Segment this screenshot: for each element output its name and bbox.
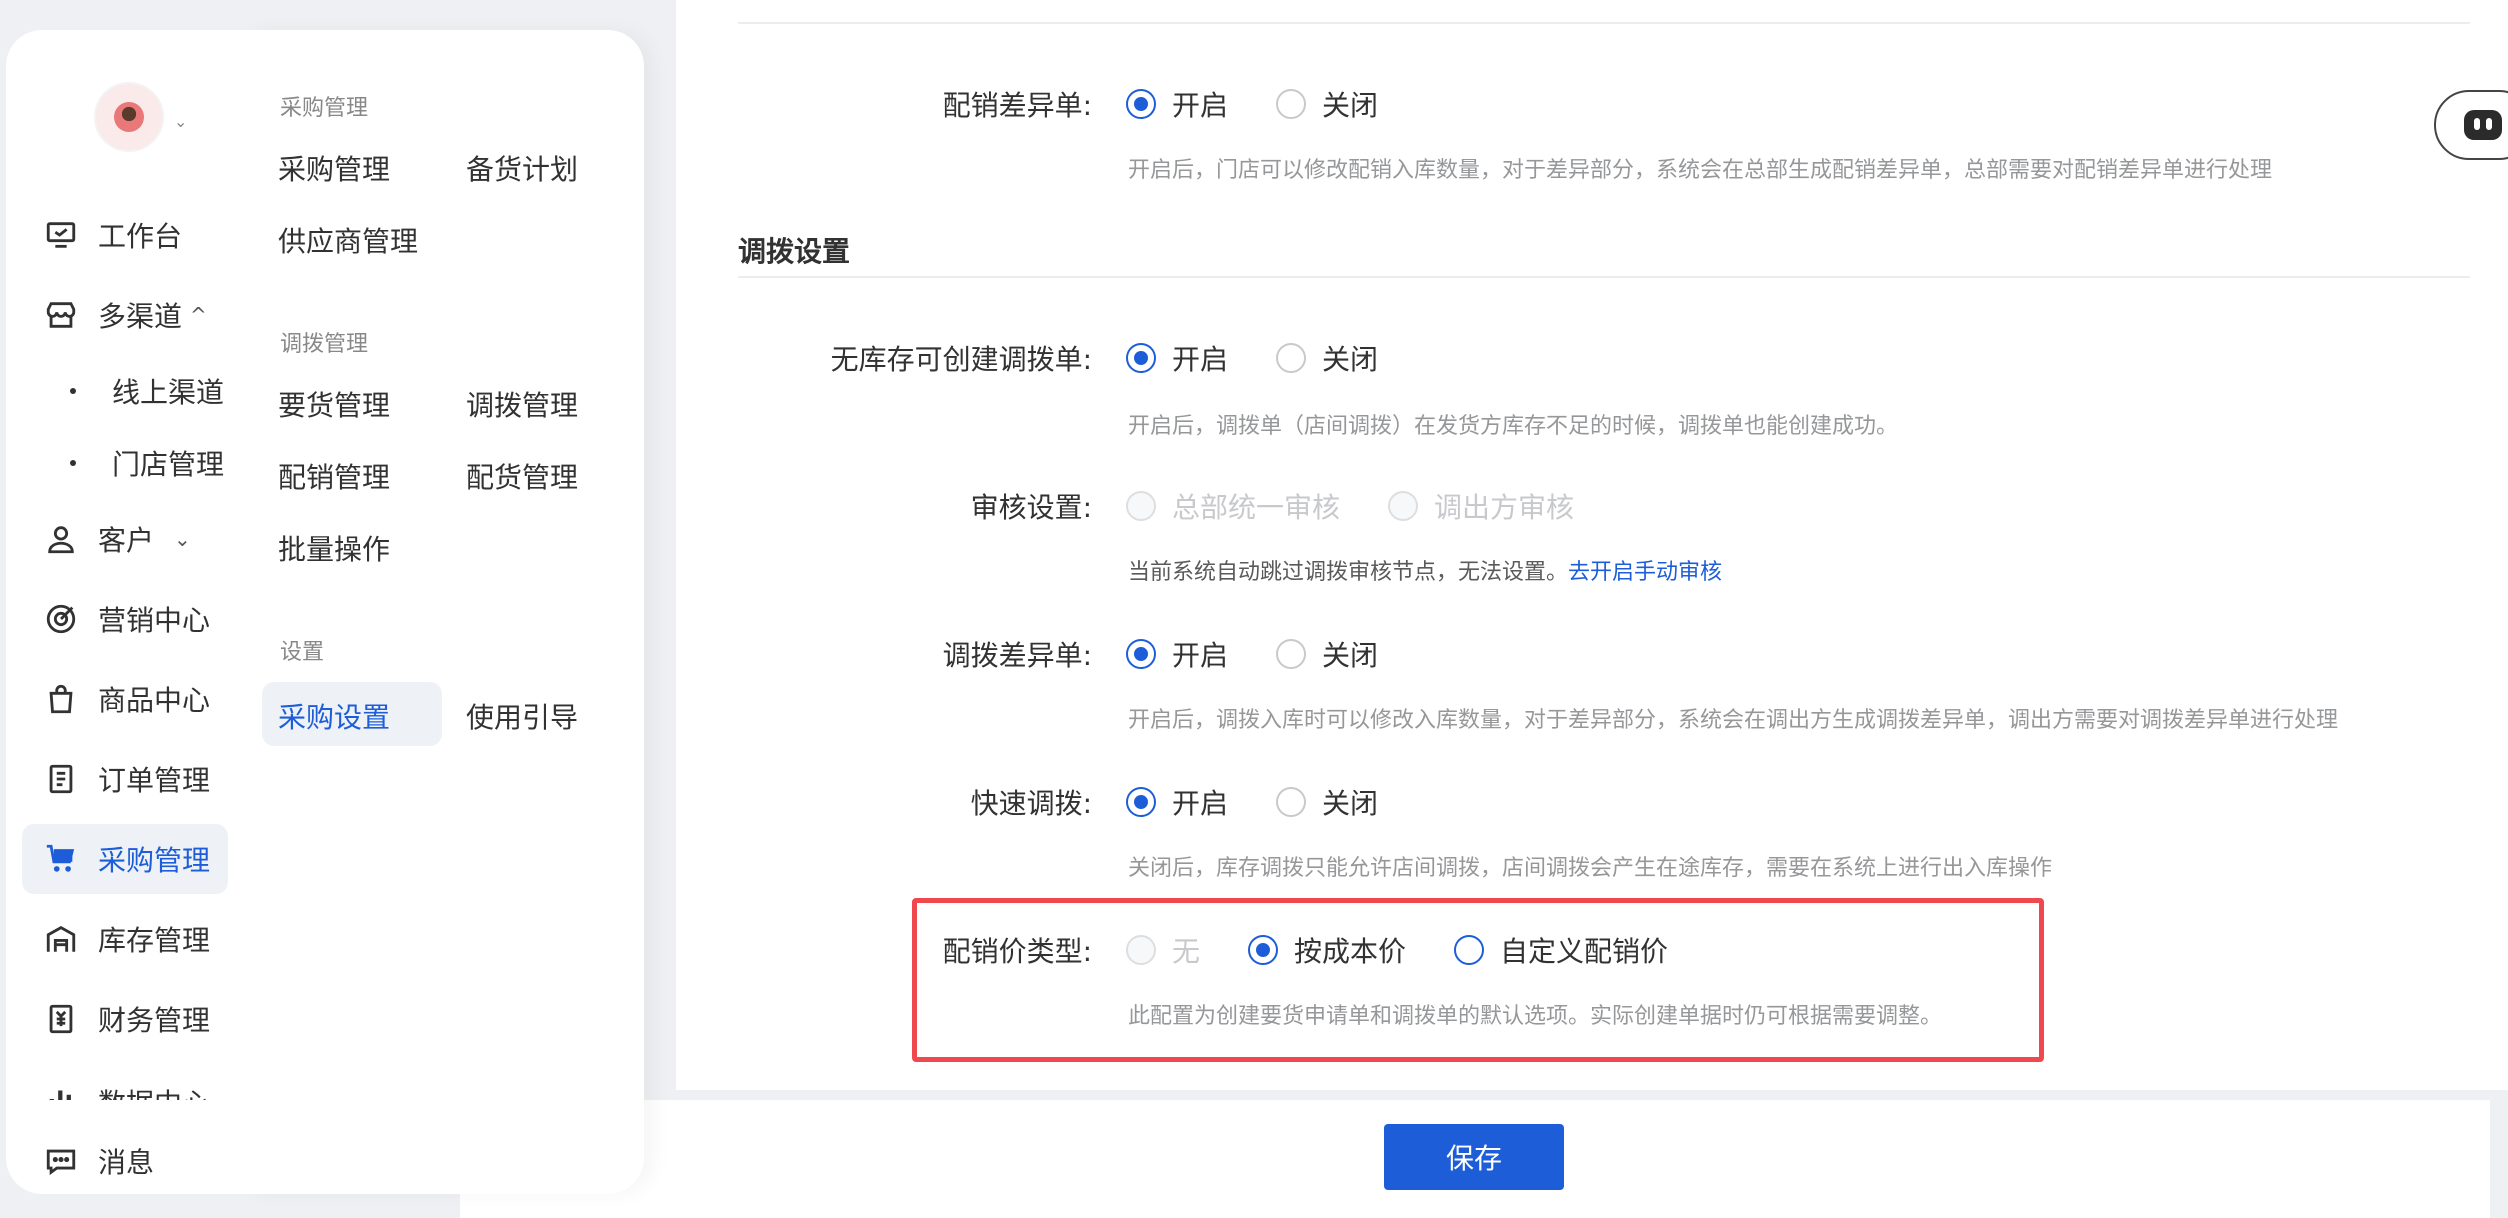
sidebar-item-workbench[interactable]: 工作台 bbox=[22, 200, 228, 270]
bullet bbox=[70, 388, 76, 394]
group-title-transfer: 调拨管理 bbox=[280, 332, 369, 357]
peixiao-diff-label: 配销差异单: bbox=[942, 89, 1092, 122]
sidebar-item-online-channel[interactable]: 线上渠道 bbox=[22, 356, 228, 426]
sidebar-item-label: 门店管理 bbox=[112, 448, 225, 481]
peixiao-diff-on-radio[interactable]: 开启 bbox=[1126, 84, 1228, 124]
workbench-icon bbox=[44, 218, 78, 252]
sub-link-stock-plan[interactable]: 备货计划 bbox=[466, 148, 578, 188]
quick-transfer-label: 快速调拨: bbox=[970, 787, 1092, 820]
target-icon bbox=[44, 602, 78, 636]
bullet bbox=[70, 460, 76, 466]
sub-link-batch-operation[interactable]: 批量操作 bbox=[278, 528, 390, 568]
divider bbox=[738, 276, 2470, 278]
divider bbox=[738, 22, 2470, 24]
quick-transfer-on-radio[interactable]: 开启 bbox=[1126, 782, 1228, 822]
chevron-down-icon[interactable]: ⌄ bbox=[174, 112, 192, 131]
no-stock-off-radio[interactable]: 关闭 bbox=[1276, 338, 1378, 378]
sidebar-item-data-center[interactable]: 数据中心 bbox=[22, 1064, 228, 1100]
finance-icon bbox=[44, 1002, 78, 1036]
sub-link-requisition[interactable]: 要货管理 bbox=[278, 384, 390, 424]
sidebar-item-products[interactable]: 商品中心 bbox=[22, 664, 228, 734]
sub-link-transfer-management[interactable]: 调拨管理 bbox=[466, 384, 578, 424]
sidebar-item-label: 工作台 bbox=[98, 220, 183, 253]
no-stock-label: 无库存可创建调拨单: bbox=[830, 343, 1092, 376]
warehouse-icon bbox=[44, 922, 78, 956]
order-icon bbox=[44, 762, 78, 796]
audit-radio-group: 总部统一审核 调出方审核 bbox=[1126, 486, 1622, 526]
sidebar-item-multichannel[interactable]: 多渠道 ^ bbox=[22, 280, 228, 350]
sub-link-purchase-management[interactable]: 采购管理 bbox=[278, 148, 390, 188]
sub-sidebar: 采购管理 采购管理 备货计划 供应商管理 调拨管理 要货管理 调拨管理 配销管理… bbox=[244, 30, 644, 1194]
sidebar-item-label: 客户 bbox=[98, 524, 155, 557]
highlight-box bbox=[912, 898, 2044, 1062]
sidebar-item-label: 库存管理 bbox=[98, 924, 211, 957]
sidebar-item-finance[interactable]: 财务管理 bbox=[22, 984, 228, 1054]
sub-link-usage-guide[interactable]: 使用引导 bbox=[466, 696, 578, 736]
sub-link-purchase-settings[interactable]: 采购设置 bbox=[278, 696, 390, 736]
quick-transfer-off-radio[interactable]: 关闭 bbox=[1276, 782, 1378, 822]
main-sidebar: ⌄ 工作台 多渠道 ^ 线上渠道 门店管理 客户 ⌄ 营销中心 商品中心 订单管… bbox=[6, 30, 244, 1194]
peixiao-diff-hint: 开启后，门店可以修改配销入库数量，对于差异部分，系统会在总部生成配销差异单，总部… bbox=[1128, 158, 2273, 183]
sidebar-item-label: 订单管理 bbox=[98, 764, 211, 797]
sidebar-item-marketing[interactable]: 营销中心 bbox=[22, 584, 228, 654]
transfer-diff-hint: 开启后，调拨入库时可以修改入库数量，对于差异部分，系统会在调出方生成调拨差异单，… bbox=[1128, 708, 2339, 733]
audit-label: 审核设置: bbox=[970, 491, 1092, 524]
cart-icon bbox=[44, 842, 78, 876]
group-title-purchasing: 采购管理 bbox=[280, 96, 369, 121]
transfer-diff-label: 调拨差异单: bbox=[942, 639, 1092, 672]
quick-transfer-radio-group: 开启 关闭 bbox=[1126, 782, 1426, 822]
sidebar-item-label: 商品中心 bbox=[98, 684, 211, 717]
sidebar-item-label: 消息 bbox=[98, 1146, 155, 1179]
chevron-down-icon: ⌄ bbox=[174, 527, 191, 551]
sidebar-item-customer[interactable]: 客户 ⌄ bbox=[22, 504, 228, 574]
no-stock-on-radio[interactable]: 开启 bbox=[1126, 338, 1228, 378]
message-icon bbox=[44, 1144, 78, 1178]
sub-link-allocation[interactable]: 配货管理 bbox=[466, 456, 578, 496]
audit-hint: 当前系统自动跳过调拨审核节点，无法设置。去开启手动审核 bbox=[1128, 560, 1723, 585]
no-stock-hint: 开启后，调拨单（店间调拨）在发货方库存不足的时候，调拨单也能创建成功。 bbox=[1128, 414, 1899, 439]
footer-bar: 保存 bbox=[460, 1100, 2490, 1218]
sidebar-item-orders[interactable]: 订单管理 bbox=[22, 744, 228, 814]
peixiao-diff-radio-group: 开启 关闭 bbox=[1126, 84, 1426, 124]
avatar-image bbox=[114, 102, 144, 132]
group-title-settings: 设置 bbox=[280, 640, 325, 665]
sidebar-item-label: 财务管理 bbox=[98, 1004, 211, 1037]
sidebar-item-store-management[interactable]: 门店管理 bbox=[22, 428, 228, 498]
no-stock-radio-group: 开启 关闭 bbox=[1126, 338, 1426, 378]
sidebar-item-purchasing[interactable]: 采购管理 bbox=[22, 824, 228, 894]
assistant-robot-button[interactable] bbox=[2434, 90, 2508, 160]
sidebar-item-label: 数据中心 bbox=[98, 1082, 210, 1100]
robot-icon bbox=[2464, 110, 2502, 140]
avatar[interactable] bbox=[94, 82, 164, 152]
sidebar-item-label: 多渠道 bbox=[98, 300, 183, 333]
store-icon bbox=[44, 298, 78, 332]
quick-transfer-hint: 关闭后，库存调拨只能允许店间调拨，店间调拨会产生在途库存，需要在系统上进行出入库… bbox=[1128, 856, 2053, 881]
chart-icon bbox=[44, 1082, 78, 1100]
enable-manual-audit-link[interactable]: 去开启手动审核 bbox=[1568, 560, 1722, 585]
sub-link-supplier-management[interactable]: 供应商管理 bbox=[278, 220, 418, 260]
audit-sender-radio[interactable]: 调出方审核 bbox=[1388, 486, 1574, 526]
transfer-diff-radio-group: 开启 关闭 bbox=[1126, 634, 1426, 674]
audit-hq-radio[interactable]: 总部统一审核 bbox=[1126, 486, 1340, 526]
sidebar-item-label: 营销中心 bbox=[98, 604, 211, 637]
chevron-up-icon: ^ bbox=[190, 303, 207, 327]
sidebar-item-label: 线上渠道 bbox=[112, 376, 225, 409]
save-button[interactable]: 保存 bbox=[1384, 1124, 1564, 1190]
transfer-diff-on-radio[interactable]: 开启 bbox=[1126, 634, 1228, 674]
sidebar-item-inventory[interactable]: 库存管理 bbox=[22, 904, 228, 974]
peixiao-diff-off-radio[interactable]: 关闭 bbox=[1276, 84, 1378, 124]
transfer-diff-off-radio[interactable]: 关闭 bbox=[1276, 634, 1378, 674]
sub-link-distribution[interactable]: 配销管理 bbox=[278, 456, 390, 496]
bag-icon bbox=[44, 682, 78, 716]
section-title: 调拨设置 bbox=[738, 235, 851, 268]
sidebar-item-messages[interactable]: 消息 bbox=[22, 1126, 228, 1196]
user-icon bbox=[44, 522, 78, 556]
sidebar-item-label: 采购管理 bbox=[98, 844, 211, 877]
